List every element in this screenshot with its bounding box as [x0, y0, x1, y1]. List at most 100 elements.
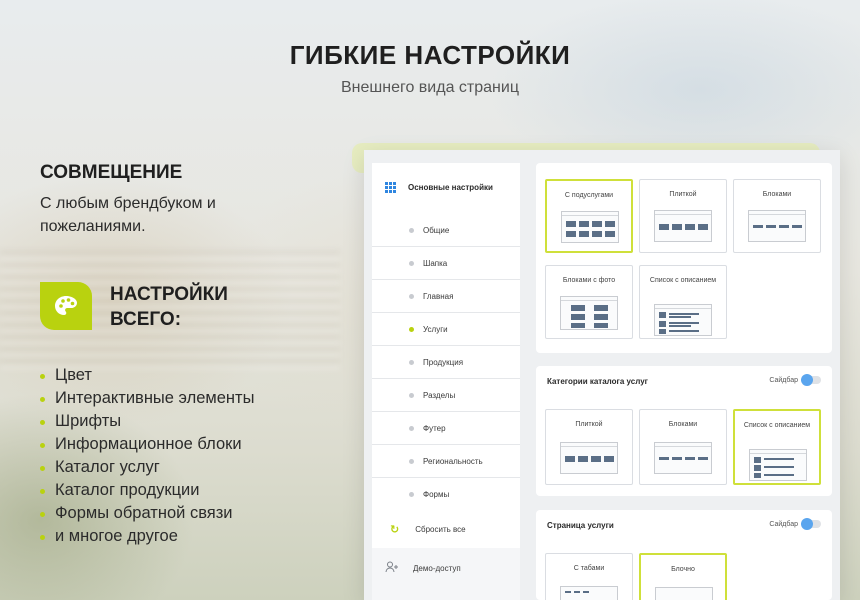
- reset-all-button[interactable]: ↻ Сбросить все: [372, 513, 520, 546]
- option-list-with-description[interactable]: Список с описанием: [639, 265, 727, 339]
- list-item: Информационное блоки: [40, 433, 254, 456]
- list-item: Интерактивные элементы: [40, 387, 254, 410]
- sidebar-item-main[interactable]: Главная: [372, 280, 520, 313]
- sidebar-item-label: Шапка: [423, 258, 448, 268]
- sidebar-toggle[interactable]: Сайдбар: [769, 374, 821, 386]
- option-label: С табами: [573, 565, 605, 572]
- list-item-label: Цвет: [55, 366, 92, 384]
- page-title: ГИБКИЕ НАСТРОЙКИ: [289, 40, 571, 70]
- layout-thumbnail: [654, 442, 712, 474]
- sidebar-item-label: Продукция: [423, 357, 464, 367]
- option-tiles[interactable]: Плиткой: [545, 409, 633, 485]
- sidebar-item-label: Разделы: [423, 390, 456, 400]
- sidebar-item-label: Формы: [423, 490, 450, 499]
- list-item: Цвет: [40, 364, 254, 387]
- layout-thumbnail: [560, 586, 618, 600]
- sidebar-item-services[interactable]: Услуги: [372, 313, 520, 346]
- list-item: Формы обратной связи: [40, 502, 254, 525]
- dot-icon: [409, 492, 414, 497]
- demo-access-label: Демо-доступ: [413, 563, 461, 573]
- sidebar-item-label: Общие: [423, 225, 450, 235]
- grid-icon: [385, 181, 396, 193]
- dot-icon: [409, 359, 414, 365]
- compat-text: С любым брендбуком и пожеланиями.: [40, 195, 216, 235]
- layout-thumbnail: [560, 442, 618, 474]
- sidebar-item-forms[interactable]: Формы: [372, 478, 520, 511]
- toggle-switch[interactable]: [801, 518, 821, 530]
- add-user-icon: [385, 561, 399, 576]
- option-label: Блочно: [671, 566, 695, 573]
- dot-icon: [409, 227, 414, 233]
- option-label: Список с описанием: [649, 277, 717, 284]
- dot-icon: [409, 425, 414, 431]
- sidebar-toggle[interactable]: Сайдбар: [769, 518, 821, 530]
- sidebar-item-regional[interactable]: Региональность: [372, 445, 520, 478]
- layout-thumbnail: [655, 587, 713, 600]
- palette-icon: [55, 296, 77, 315]
- list-item: Шрифты: [40, 410, 254, 433]
- catalog-categories-card: Категории каталога услуг Сайдбар Плиткой…: [536, 366, 832, 496]
- compat-section: СОВМЕЩЕНИЕ С любым брендбуком и пожелани…: [40, 162, 320, 238]
- bullet-icon: [40, 374, 45, 379]
- bullet-icon: [40, 443, 45, 448]
- list-item: Каталог услуг: [40, 456, 254, 479]
- dot-icon: [409, 293, 414, 299]
- layout-thumbnail: [654, 210, 712, 242]
- bullet-icon: [40, 466, 45, 471]
- settings-badge: [40, 282, 92, 330]
- sidebar-item-sections[interactable]: Разделы: [372, 379, 520, 412]
- layout-thumbnail: [748, 210, 806, 242]
- option-list-with-description[interactable]: Список с описанием: [733, 409, 821, 485]
- sidebar-item-products[interactable]: Продукция: [372, 346, 520, 379]
- sidebar-item-label: Услуги: [423, 324, 448, 334]
- toggle-switch[interactable]: [801, 374, 821, 386]
- list-item-label: Информационное блоки: [55, 435, 242, 453]
- option-tiles[interactable]: Плиткой: [639, 179, 727, 253]
- layout-thumbnail: [561, 211, 619, 243]
- feature-list: Цвет Интерактивные элементы Шрифты Инфор…: [40, 364, 254, 548]
- demo-access-button[interactable]: Демо-доступ: [372, 553, 520, 583]
- list-item: Каталог продукции: [40, 479, 254, 502]
- layout-thumbnail: [749, 449, 807, 481]
- settings-sidebar: Основные настройки Общие Шапка Главная У…: [372, 163, 520, 600]
- option-label: С подуслугами: [564, 192, 614, 199]
- active-dot-icon: [409, 326, 414, 332]
- list-item-label: Формы обратной связи: [55, 504, 233, 522]
- sidebar-item-label: Футер: [423, 423, 446, 433]
- option-label: Плиткой: [669, 191, 697, 198]
- toggle-label: Сайдбар: [769, 520, 798, 528]
- layout-thumbnail: [654, 304, 712, 336]
- refresh-icon: ↻: [390, 524, 400, 536]
- sidebar-item-general[interactable]: Общие: [372, 214, 520, 247]
- bullet-icon: [40, 512, 45, 517]
- option-blocks[interactable]: Блоками: [733, 179, 821, 253]
- bullet-icon: [40, 535, 45, 540]
- bullet-icon: [40, 420, 45, 425]
- option-label: Плиткой: [575, 421, 603, 428]
- option-label: Блоками: [762, 191, 792, 198]
- bullet-icon: [40, 489, 45, 494]
- sidebar-header[interactable]: Основные настройки: [372, 163, 520, 211]
- option-blocks-with-photo[interactable]: Блоками с фото: [545, 265, 633, 339]
- sidebar-header-label: Основные настройки: [408, 182, 493, 192]
- list-item-label: и многое другое: [55, 527, 178, 545]
- compat-heading: СОВМЕЩЕНИЕ: [40, 162, 183, 183]
- sidebar-item-footer[interactable]: Футер: [372, 412, 520, 445]
- card-title: Категории каталога услуг: [547, 377, 648, 386]
- sidebar-item-label: Региональность: [423, 456, 483, 466]
- services-layout-card: С подуслугами Плиткой Блоками Блоками с …: [536, 163, 832, 353]
- option-label: Блоками: [668, 421, 698, 428]
- option-block-style[interactable]: Блочно: [639, 553, 727, 600]
- option-label: Блоками с фото: [562, 277, 616, 284]
- list-item-label: Каталог продукции: [55, 481, 200, 499]
- option-label: Список с описанием: [743, 422, 811, 429]
- option-with-tabs[interactable]: С табами: [545, 553, 633, 600]
- dot-icon: [409, 392, 414, 398]
- dot-icon: [409, 458, 414, 464]
- list-item-label: Шрифты: [55, 412, 122, 430]
- sidebar-item-label: Главная: [423, 291, 454, 301]
- option-with-subservices[interactable]: С подуслугами: [545, 179, 633, 253]
- sidebar-item-header[interactable]: Шапка: [372, 247, 520, 280]
- list-item-label: Интерактивные элементы: [55, 389, 255, 407]
- option-blocks[interactable]: Блоками: [639, 409, 727, 485]
